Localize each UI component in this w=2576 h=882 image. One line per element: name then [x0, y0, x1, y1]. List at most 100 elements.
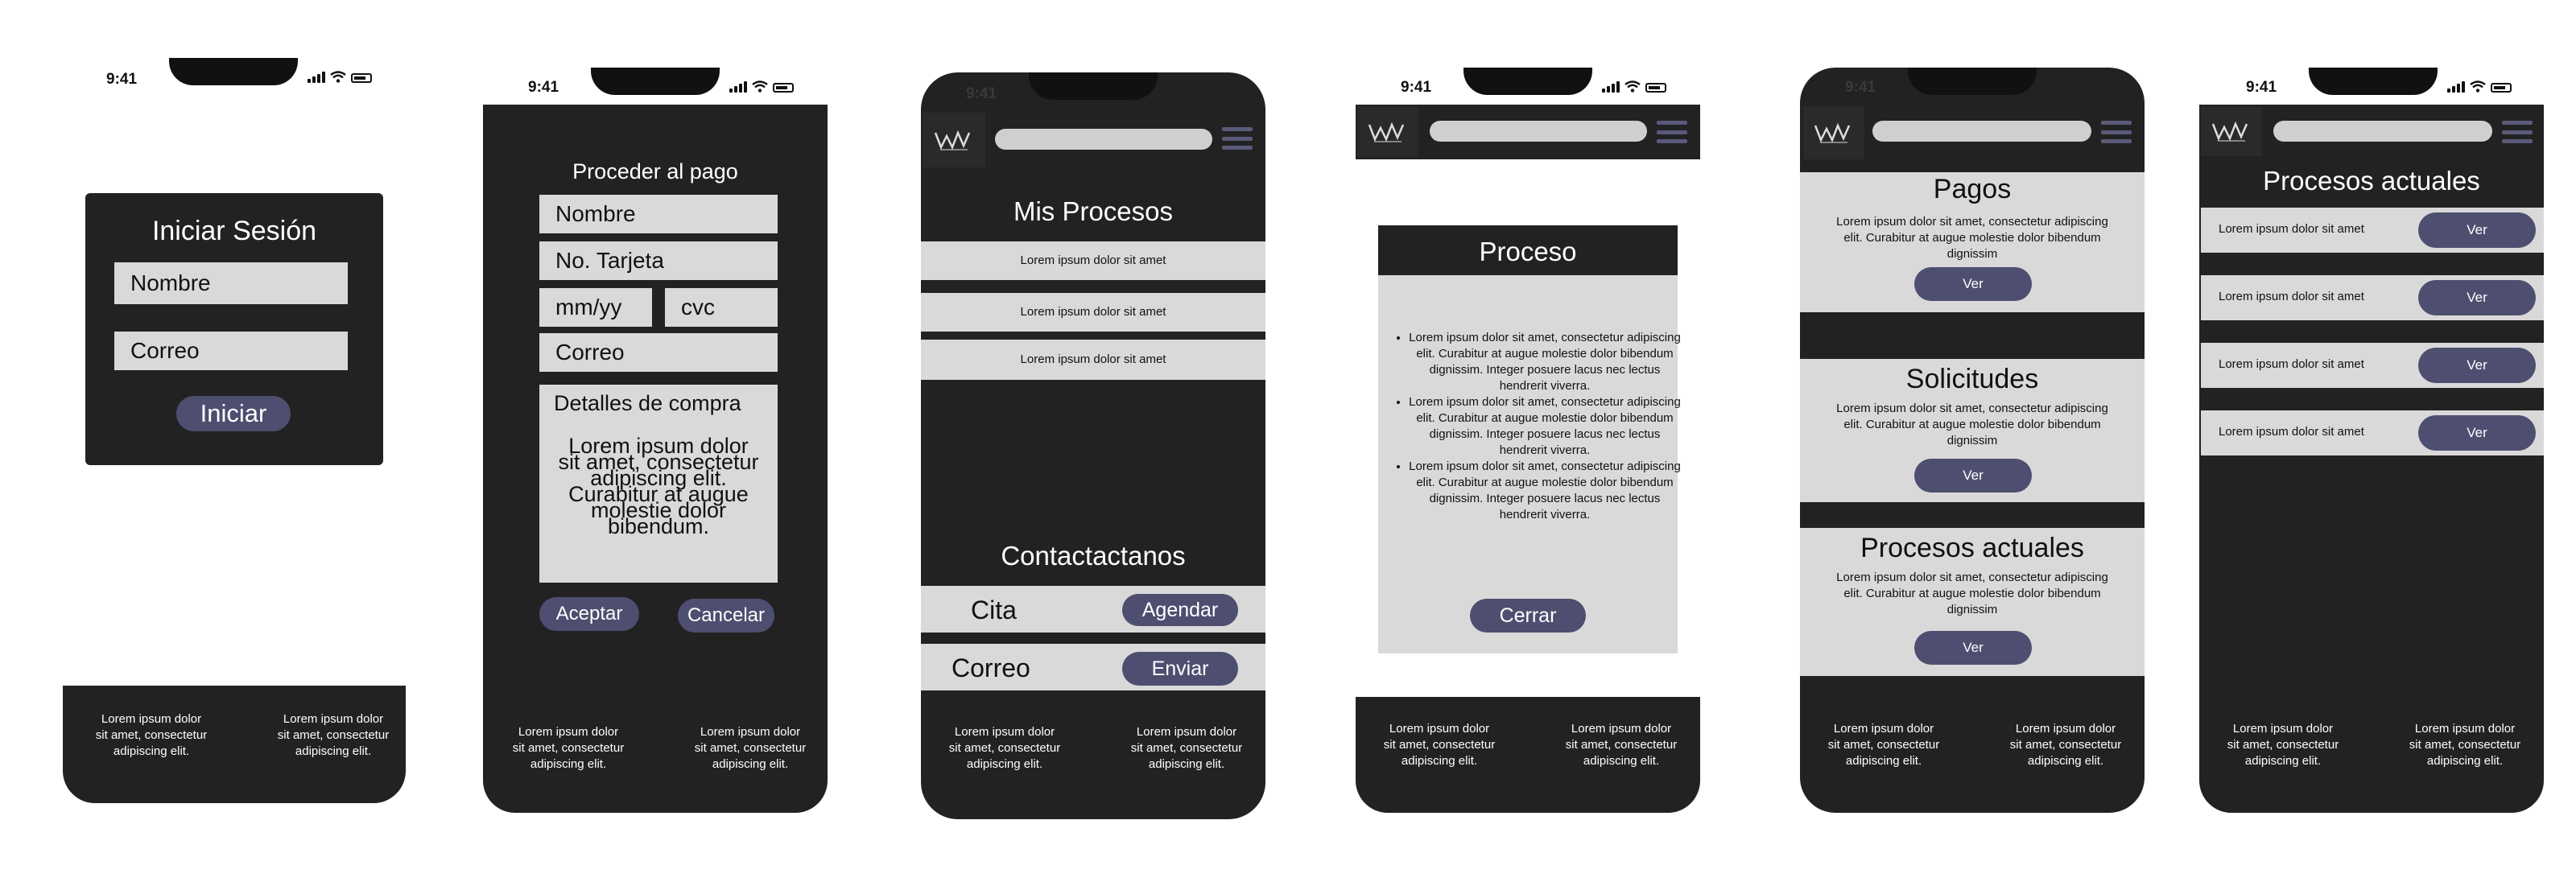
menu-icon[interactable] — [2101, 121, 2132, 143]
signal-icon — [2447, 81, 2465, 93]
phone-frame — [921, 72, 1265, 819]
search-bar[interactable] — [995, 129, 1212, 150]
signal-icon — [1602, 81, 1620, 93]
appointment-label: Cita — [971, 596, 1017, 624]
status-icons — [2447, 80, 2512, 93]
modal-header: Proceso — [1378, 225, 1678, 275]
footer: Lorem ipsum dolor sit amet, consectetur … — [63, 686, 406, 803]
contact-title: Contactactanos — [1001, 541, 1186, 571]
section-text: Lorem ipsum dolor sit amet, consectetur … — [1836, 571, 2108, 616]
payment-title: Proceder al pago — [572, 159, 738, 183]
status-time: 9:41 — [106, 71, 138, 88]
list-item[interactable]: Lorem ipsum dolor sit amet — [921, 241, 1265, 280]
view-button[interactable]: Ver — [1914, 631, 2032, 665]
footer-text-right: Lorem ipsum dolor sit amet, consectetur … — [2009, 722, 2122, 768]
wifi-icon — [1624, 80, 1641, 93]
logo-icon — [1357, 106, 1418, 158]
view-button[interactable]: Ver — [2418, 212, 2536, 248]
modal-body: Lorem ipsum dolor sit amet, consectetur … — [1378, 275, 1681, 653]
schedule-button[interactable]: Agendar — [1122, 594, 1238, 626]
view-button[interactable]: Ver — [2418, 348, 2536, 383]
details-text: Lorem ipsum dolor sit amet, consectetur … — [558, 434, 759, 538]
search-bar[interactable] — [2273, 121, 2492, 142]
footer-text-right: Lorem ipsum dolor sit amet, consectetur … — [1130, 725, 1243, 771]
battery-icon — [1645, 83, 1666, 93]
search-bar[interactable] — [1430, 121, 1647, 142]
phone-notch — [169, 58, 298, 85]
payment-panel: Proceder al pago Nombre No. Tarjeta mm/y… — [483, 105, 828, 813]
list-item[interactable]: Lorem ipsum dolor sit amet — [921, 340, 1265, 380]
footer-text-left: Lorem ipsum dolor sit amet, consectetur … — [1383, 722, 1496, 768]
phone-notch — [1029, 72, 1158, 100]
email-row: Correo Enviar — [921, 644, 1265, 690]
bullet-list: Lorem ipsum dolor sit amet, consectetur … — [1393, 330, 1681, 523]
send-button[interactable]: Enviar — [1122, 652, 1238, 686]
table-row: Lorem ipsum dolor sit amet Ver — [2201, 410, 2544, 455]
footer-text-left: Lorem ipsum dolor sit amet, consectetur … — [948, 725, 1061, 771]
row-text: Lorem ipsum dolor sit amet — [2219, 357, 2364, 371]
signal-icon — [308, 72, 325, 83]
status-time: 9:41 — [1401, 79, 1432, 96]
cancel-button[interactable]: Cancelar — [678, 599, 774, 633]
status-time: 9:41 — [528, 79, 559, 96]
footer-text-right: Lorem ipsum dolor sit amet, consectetur … — [694, 725, 807, 771]
footer-text-left: Lorem ipsum dolor sit amet, consectetur … — [2227, 722, 2339, 768]
current-processes-section: Procesos actuales Lorem ipsum dolor sit … — [1800, 528, 2145, 676]
status-time: 9:41 — [1845, 79, 1876, 96]
footer-text-left: Lorem ipsum dolor sit amet, consectetur … — [95, 712, 208, 758]
table-row: Lorem ipsum dolor sit amet Ver — [2201, 343, 2544, 388]
page-title: Mis Procesos — [1013, 196, 1174, 226]
view-button[interactable]: Ver — [2418, 415, 2536, 451]
cvc-field[interactable]: cvc — [665, 288, 778, 327]
login-button[interactable]: Iniciar — [176, 396, 291, 431]
section-title: Pagos — [1933, 174, 2012, 204]
purchase-details: Detalles de compra Lorem ipsum dolor sit… — [539, 385, 778, 583]
list-item: Lorem ipsum dolor sit amet, consectetur … — [1409, 330, 1681, 394]
view-button[interactable]: Ver — [2418, 280, 2536, 315]
battery-icon — [2491, 83, 2512, 93]
payments-section: Pagos Lorem ipsum dolor sit amet, consec… — [1800, 172, 2145, 312]
wifi-icon — [330, 71, 346, 83]
email-label: Correo — [952, 653, 1030, 682]
list-item[interactable]: Lorem ipsum dolor sit amet — [921, 293, 1265, 332]
email-field[interactable]: Correo — [114, 332, 348, 370]
footer-text-right: Lorem ipsum dolor sit amet, consectetur … — [2409, 722, 2521, 768]
status-time: 9:41 — [966, 85, 997, 102]
name-field[interactable]: Nombre — [539, 195, 778, 233]
appointment-row: Cita Agendar — [921, 586, 1265, 633]
menu-icon[interactable] — [1222, 127, 1253, 150]
phone-notch — [1463, 68, 1592, 95]
menu-icon[interactable] — [2502, 121, 2533, 143]
phone-notch — [591, 68, 720, 95]
footer-text-right: Lorem ipsum dolor sit amet, consectetur … — [277, 712, 390, 758]
phone-notch — [2309, 68, 2438, 95]
wifi-icon — [2470, 80, 2486, 93]
close-button[interactable]: Cerrar — [1470, 599, 1586, 633]
modal-title: Proceso — [1479, 237, 1577, 266]
section-text: Lorem ipsum dolor sit amet, consectetur … — [1836, 402, 2108, 447]
logo-icon — [1803, 106, 1864, 159]
row-text: Lorem ipsum dolor sit amet — [2219, 222, 2364, 236]
view-button[interactable]: Ver — [1914, 459, 2032, 493]
name-field[interactable]: Nombre — [114, 262, 348, 304]
view-button[interactable]: Ver — [1914, 267, 2032, 301]
email-field[interactable]: Correo — [539, 333, 778, 372]
footer: Lorem ipsum dolor sit amet, consectetur … — [1356, 697, 1700, 813]
status-icons — [308, 71, 372, 83]
status-time: 9:41 — [2246, 79, 2277, 96]
list-item: Lorem ipsum dolor sit amet, consectetur … — [1409, 459, 1681, 523]
section-text: Lorem ipsum dolor sit amet, consectetur … — [1836, 215, 2108, 261]
logo-icon — [2201, 106, 2262, 156]
page-title: Procesos actuales — [2263, 166, 2480, 196]
search-bar[interactable] — [1872, 121, 2091, 142]
login-card: Iniciar Sesión Nombre Correo Iniciar — [85, 193, 383, 465]
signal-icon — [729, 81, 747, 93]
accept-button[interactable]: Aceptar — [539, 597, 639, 631]
list-item: Lorem ipsum dolor sit amet, consectetur … — [1409, 394, 1681, 459]
card-number-field[interactable]: No. Tarjeta — [539, 241, 778, 280]
menu-icon[interactable] — [1657, 121, 1687, 143]
logo-icon — [923, 113, 985, 167]
requests-section: Solicitudes Lorem ipsum dolor sit amet, … — [1800, 359, 2145, 502]
expiry-field[interactable]: mm/yy — [539, 288, 652, 327]
battery-icon — [773, 83, 794, 93]
